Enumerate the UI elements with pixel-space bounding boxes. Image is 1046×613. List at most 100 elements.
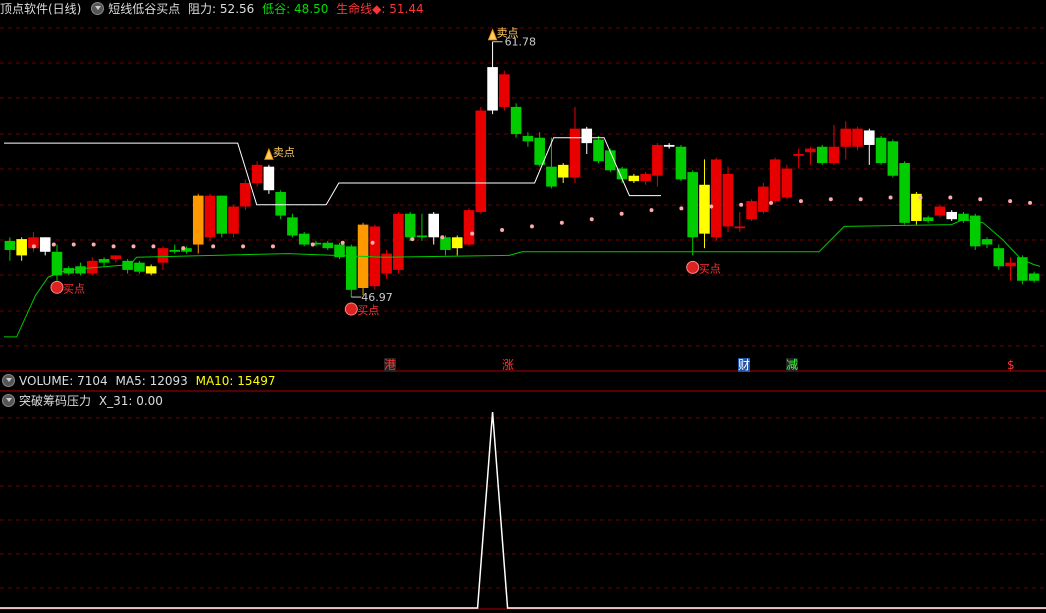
candle-body [746,201,757,220]
lifeline-dot [440,235,445,240]
lifeline-dot [649,208,654,213]
lifeline-dot [211,244,216,249]
candle-body [228,206,239,234]
lifeline-dot [978,197,983,202]
event-marker-reduce[interactable]: 减 [786,358,799,372]
candle-body [510,106,522,135]
candle-body [675,146,687,180]
candle-body [4,240,16,250]
candle-body [816,146,828,164]
candlestick-chart[interactable]: 买点买点买点卖点卖点 61.7846.97 [0,0,1046,613]
candle-body [981,239,993,245]
lifeline-dot [1028,200,1033,205]
candle-body [204,195,216,238]
candle-body [781,168,793,198]
candle-body [75,266,86,274]
candle-body [769,159,781,202]
lifeline-dot [948,195,953,200]
candle-body [240,182,251,207]
buy-marker-icon [686,260,700,274]
lifeline-dot [918,195,923,200]
candle-body [1005,262,1016,267]
lifeline-dot [529,224,534,229]
candle-body [487,67,498,111]
candle-body [887,141,899,176]
candle-body [275,192,286,216]
lifeline-dot [828,197,833,202]
candle-body [345,246,357,290]
candle-body [557,164,569,178]
event-marker-finance[interactable]: 财 [738,358,751,372]
lifeline-dot [769,200,774,205]
indicator-line [0,411,1046,609]
lifeline-dot [739,202,744,207]
candle-body [451,237,463,249]
candle-body [134,262,145,272]
candle-body [463,210,475,245]
lifeline-dot [71,242,76,247]
low-label: 46.97 [361,291,393,304]
lifeline-dot [111,244,116,249]
candle-body [628,175,640,182]
buy-marker-icon [50,280,64,294]
candle-body [475,110,487,212]
candle-body [404,213,416,238]
candle-body [710,159,722,238]
sell-marker-icon [487,28,498,41]
lifeline-dot [470,231,475,236]
candle-body [593,139,604,162]
lifeline-dot [310,242,315,247]
candle-body [663,144,675,147]
buy-label: 买点 [699,262,721,275]
candle-body [734,226,746,229]
lifeline-dot [559,220,564,225]
indicator-plot [0,411,1046,609]
buy-marker-icon [344,302,358,316]
lifeline-dot [798,199,803,204]
event-marker-port[interactable]: 港 [384,358,397,372]
candle-body [993,248,1005,267]
candle-body [640,173,651,182]
candle-body [569,128,581,178]
candle-body [192,195,204,245]
candle-body [722,173,734,227]
buy-label: 买点 [357,304,379,317]
candle-body [758,186,769,212]
lifeline-dot [1008,199,1013,204]
sell-label: 卖点 [273,146,295,159]
lifeline-dot [679,206,684,211]
candle-body [652,144,663,176]
event-marker-rise[interactable]: 涨 [502,358,514,372]
overlay-lines [4,137,1041,338]
candle-body [899,163,910,223]
lifeline-dot [410,237,415,242]
candle-body [287,217,298,236]
candle-body [687,172,699,238]
event-marker-dividend[interactable]: $ [1007,358,1015,372]
grid-lines [0,27,1046,610]
candle-body [852,128,863,147]
candle-body [1028,273,1040,281]
candle-body [546,166,557,187]
lifeline-dot [888,195,893,200]
candle-body [499,74,510,107]
lifeline-dots [31,195,1033,251]
candle-body [51,251,63,276]
lifeline-dot [340,240,345,245]
candle-body [828,146,840,164]
support-line [4,218,1041,338]
candle-body [840,128,852,147]
candle-body [416,235,428,238]
candle-body [863,130,875,145]
candle-body [875,137,887,164]
candle-body [251,164,263,183]
lifeline-dot [270,244,275,249]
candle-body [216,195,228,234]
candle-body [322,242,334,249]
candle-body [946,211,958,220]
lifeline-dot [858,197,863,202]
lifeline-dot [500,228,505,233]
candle-body [16,239,27,256]
candle-body [157,248,169,263]
candle-body [428,213,440,238]
